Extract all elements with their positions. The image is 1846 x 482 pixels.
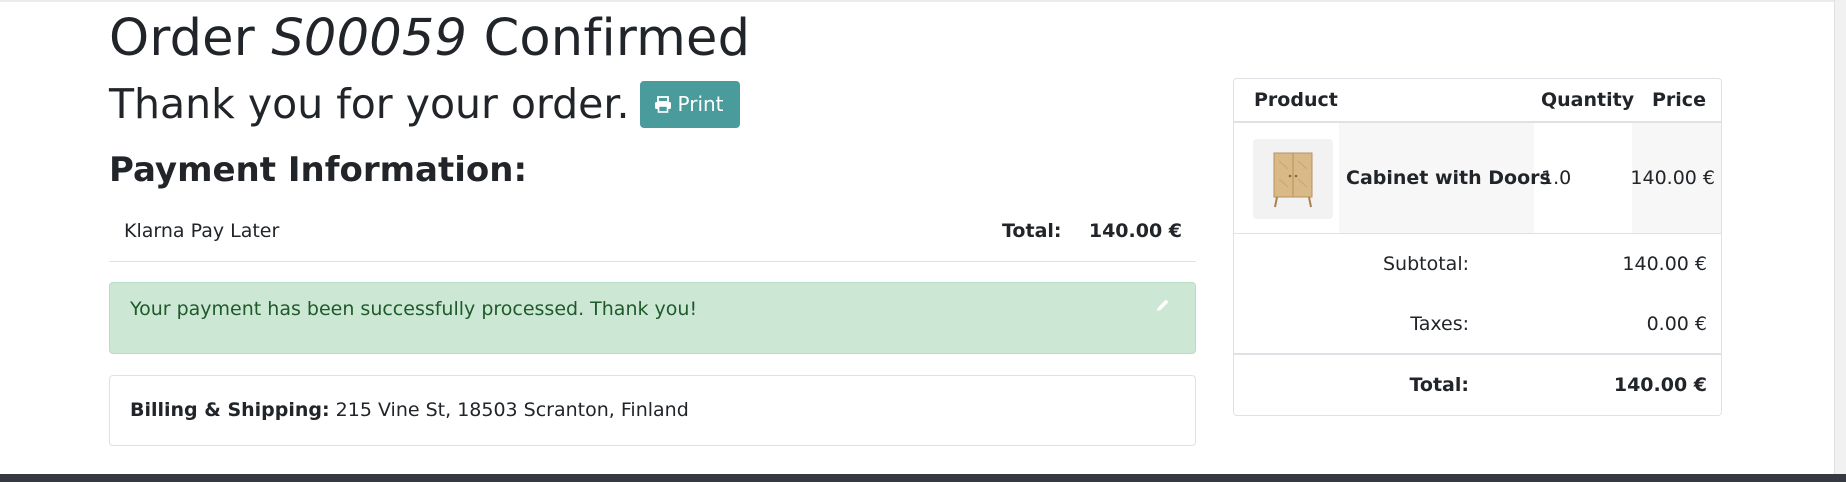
table-row: Cabinet with Doors 1.0 140.00 € bbox=[1234, 123, 1721, 234]
payment-total-label: Total: bbox=[1002, 220, 1062, 242]
total-row: Total: 140.00 € bbox=[1234, 353, 1721, 415]
subtotal-value: 140.00 € bbox=[1622, 253, 1707, 275]
subtotal-label: Subtotal: bbox=[1382, 253, 1469, 275]
column-price: Price bbox=[1652, 89, 1706, 111]
column-product: Product bbox=[1254, 89, 1338, 111]
payment-total-value: 140.00 € bbox=[1088, 220, 1182, 242]
payment-method: Klarna Pay Later bbox=[124, 220, 280, 242]
total-value: 140.00 € bbox=[1613, 374, 1707, 396]
taxes-label: Taxes: bbox=[1410, 313, 1469, 335]
title-suffix: Confirmed bbox=[483, 9, 751, 68]
order-summary-card: Product Quantity Price Cabinet with Door… bbox=[1233, 78, 1722, 416]
taxes-value: 0.00 € bbox=[1646, 313, 1707, 335]
pencil-icon[interactable] bbox=[1155, 297, 1171, 317]
payment-heading: Payment Information: bbox=[109, 150, 528, 190]
page-title: Order S00059 Confirmed bbox=[109, 8, 750, 70]
product-price: 140.00 € bbox=[1630, 167, 1715, 189]
billing-shipping-box: Billing & Shipping: 215 Vine St, 18503 S… bbox=[109, 375, 1196, 446]
total-label: Total: bbox=[1409, 374, 1469, 396]
top-border bbox=[0, 0, 1846, 2]
scrollbar[interactable] bbox=[1834, 0, 1846, 474]
print-label: Print bbox=[677, 92, 724, 116]
cabinet-image[interactable] bbox=[1253, 139, 1333, 219]
billing-label: Billing & Shipping: bbox=[130, 399, 330, 421]
order-number: S00059 bbox=[271, 9, 468, 68]
success-message: Your payment has been successfully proce… bbox=[130, 298, 698, 320]
payment-row: Klarna Pay Later Total: 140.00 € bbox=[109, 210, 1196, 262]
thank-you-row: Thank you for your order. Print bbox=[109, 78, 740, 130]
payment-success-alert: Your payment has been successfully proce… bbox=[109, 282, 1196, 354]
title-prefix: Order bbox=[109, 9, 255, 68]
billing-shipping-text: Billing & Shipping: 215 Vine St, 18503 S… bbox=[130, 376, 689, 444]
product-name[interactable]: Cabinet with Doors bbox=[1346, 123, 1551, 233]
billing-address: 215 Vine St, 18503 Scranton, Finland bbox=[335, 399, 689, 421]
subtotal-row: Subtotal: 140.00 € bbox=[1234, 234, 1721, 294]
footer-bar bbox=[0, 474, 1846, 482]
product-quantity: 1.0 bbox=[1541, 167, 1572, 189]
thank-you-heading: Thank you for your order. bbox=[109, 80, 630, 128]
column-quantity: Quantity bbox=[1541, 89, 1635, 111]
print-button[interactable]: Print bbox=[639, 80, 740, 128]
summary-table-header: Product Quantity Price bbox=[1234, 79, 1721, 123]
printer-icon bbox=[654, 95, 671, 113]
taxes-row: Taxes: 0.00 € bbox=[1234, 294, 1721, 354]
